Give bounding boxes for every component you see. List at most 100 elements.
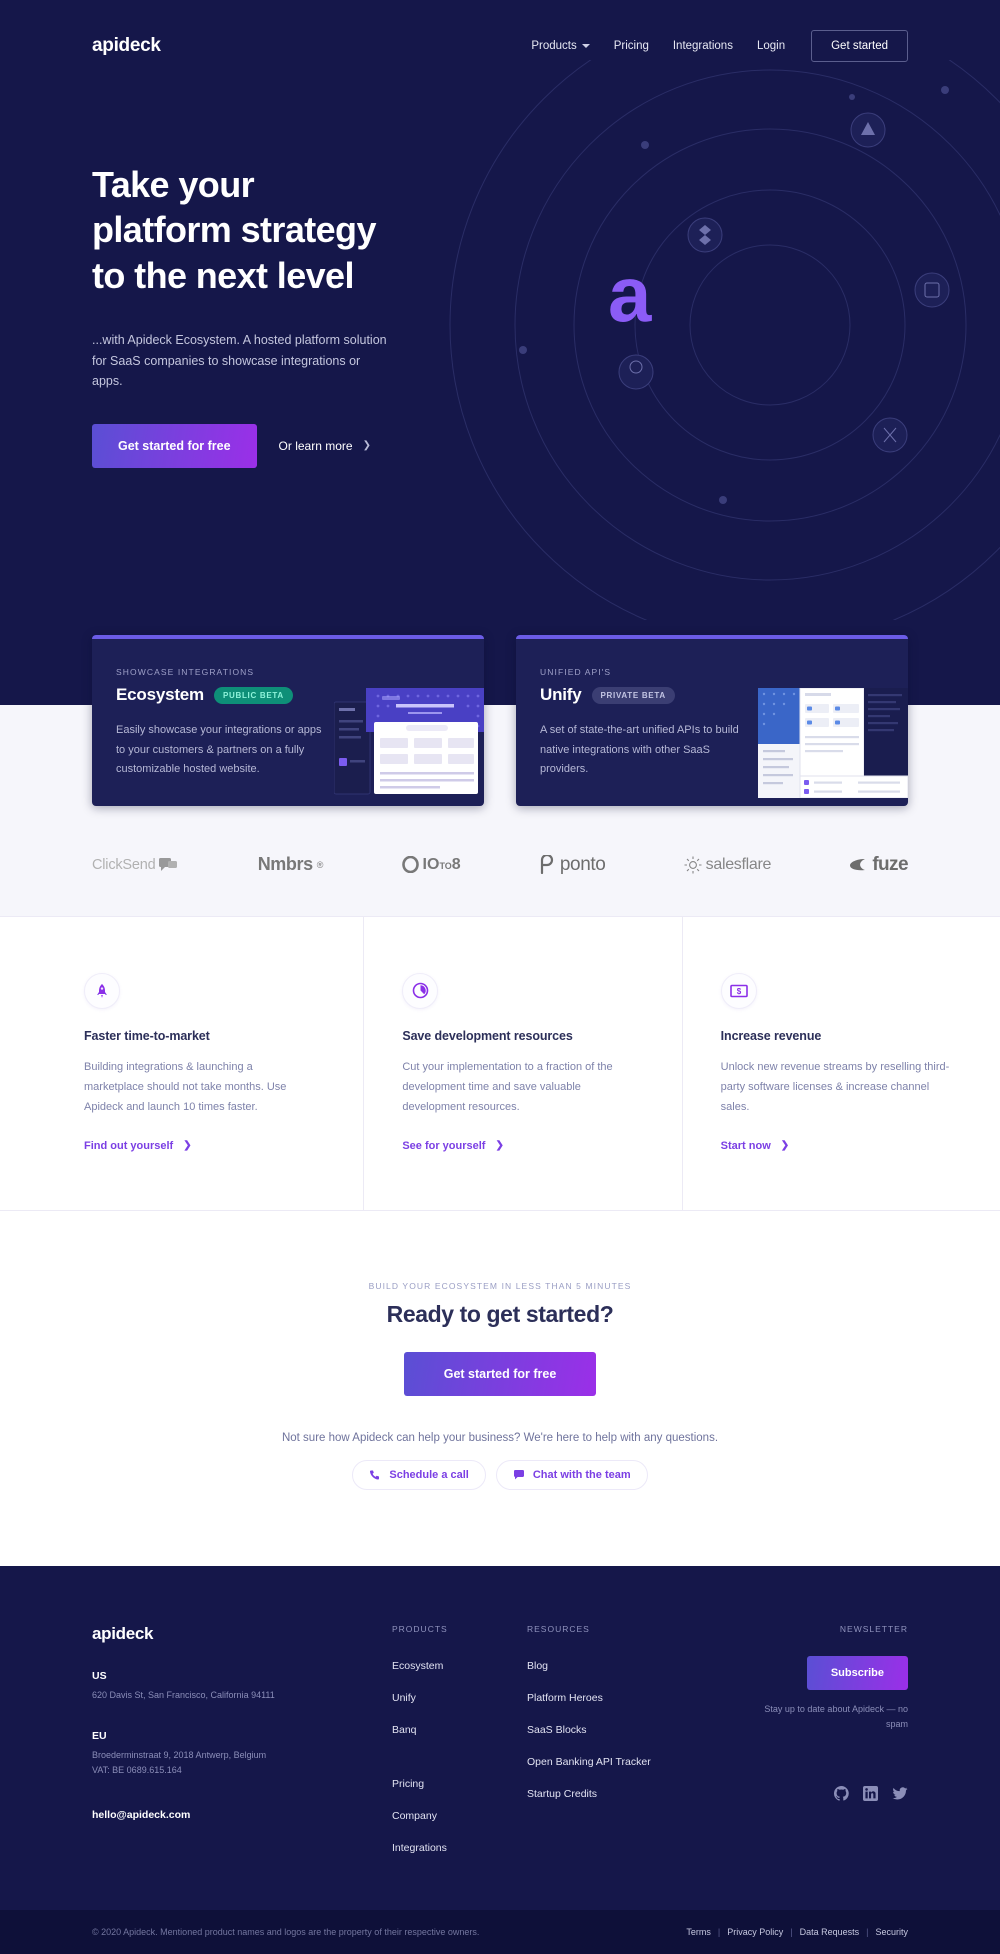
copyright-text: © 2020 Apideck. Mentioned product names … <box>92 1926 480 1937</box>
legal-separator: | <box>717 1926 721 1937</box>
twitter-link[interactable] <box>892 1786 908 1806</box>
legal-links: Terms | Privacy Policy | Data Requests |… <box>686 1927 908 1937</box>
ecosystem-screenshot <box>333 687 484 798</box>
list-item: Platform Heroes <box>527 1688 737 1706</box>
footer-link-company[interactable]: Company <box>392 1810 437 1822</box>
product-card-description: Easily showcase your integrations or app… <box>116 724 322 776</box>
logo-salesflare: salesflare <box>684 856 771 874</box>
footer-link-banq[interactable]: Banq <box>392 1724 417 1736</box>
product-cards-band: SHOWCASE INTEGRATIONS Ecosystem PUBLIC B… <box>0 635 1000 806</box>
product-cards: SHOWCASE INTEGRATIONS Ecosystem PUBLIC B… <box>92 635 908 806</box>
product-card-unify[interactable]: UNIFIED API'S Unify PRIVATE BETA A set o… <box>516 635 908 806</box>
footer-brand-column: apideck US 620 Davis St, San Francisco, … <box>92 1624 392 1870</box>
nav-links: Products Pricing Integrations Login Get … <box>519 30 908 62</box>
hero-section: a apideck Products Pricing Integrations … <box>0 0 1000 635</box>
footer-bottom-bar: © 2020 Apideck. Mentioned product names … <box>0 1909 1000 1954</box>
footer-link-blog[interactable]: Blog <box>527 1660 548 1672</box>
fuze-drop-icon <box>850 859 866 871</box>
chevron-right-icon: ❯ <box>780 1140 790 1152</box>
main-navigation: apideck Products Pricing Integrations Lo… <box>92 0 908 62</box>
footer-products-heading: PRODUCTS <box>392 1623 448 1634</box>
logo-clicksend: ClickSend <box>92 857 179 873</box>
feature-title: Increase revenue <box>720 1028 822 1043</box>
list-item: Blog <box>527 1656 737 1674</box>
hero-title-line-1: Take your <box>92 164 255 205</box>
cta-get-started-free-button[interactable]: Get started for free <box>403 1351 597 1396</box>
site-logo[interactable]: apideck <box>92 35 161 57</box>
cta-pill-group: Schedule a call Chat with the team <box>0 1459 1000 1490</box>
sunburst-icon <box>684 856 702 874</box>
legal-link-security[interactable]: Security <box>875 1927 908 1937</box>
phone-icon <box>370 1470 380 1480</box>
get-started-free-button[interactable]: Get started for free <box>92 423 257 468</box>
chevron-right-icon: ❯ <box>362 440 371 452</box>
footer-logo[interactable]: apideck <box>92 1624 392 1644</box>
footer-products-list: Ecosystem Unify Banq Pricing Company Int… <box>392 1656 527 1856</box>
list-spacer <box>392 1752 527 1760</box>
feature-link-see-for-yourself[interactable]: See for yourself ❯ <box>402 1140 504 1152</box>
feature-increase-revenue: $ Increase revenue Unlock new revenue st… <box>683 917 1000 1210</box>
feature-faster-time-to-market: Faster time-to-market Building integrati… <box>0 916 365 1210</box>
schedule-a-call-label: Schedule a call <box>389 1468 469 1481</box>
list-item: Integrations <box>392 1838 527 1856</box>
ring-icon <box>401 856 419 874</box>
chat-with-team-button[interactable]: Chat with the team <box>495 1459 648 1490</box>
chat-with-team-label: Chat with the team <box>532 1468 631 1481</box>
nav-item-login[interactable]: Login <box>745 34 797 58</box>
feature-title: Faster time-to-market <box>84 1028 210 1043</box>
footer-link-ecosystem[interactable]: Ecosystem <box>392 1660 443 1672</box>
footer-link-pricing[interactable]: Pricing <box>392 1778 424 1790</box>
get-started-button[interactable]: Get started <box>811 30 908 62</box>
footer-email-link[interactable]: hello@apideck.com <box>92 1809 392 1821</box>
list-item: Pricing <box>392 1774 527 1792</box>
feature-save-development-resources: Save development resources Cut your impl… <box>364 916 683 1210</box>
speech-bubbles-icon <box>159 858 178 872</box>
status-badge: PUBLIC BETA <box>213 686 293 704</box>
nav-item-products[interactable]: Products <box>519 34 601 58</box>
schedule-a-call-button[interactable]: Schedule a call <box>352 1459 486 1490</box>
footer-link-unify[interactable]: Unify <box>392 1692 416 1704</box>
legal-link-terms[interactable]: Terms <box>686 1927 711 1937</box>
logo-salesflare-label: salesflare <box>705 855 772 873</box>
github-link[interactable] <box>833 1786 849 1806</box>
footer-bottom-content: © 2020 Apideck. Mentioned product names … <box>92 1927 908 1937</box>
footer-link-platform-heroes[interactable]: Platform Heroes <box>527 1692 603 1704</box>
learn-more-label: Or learn more <box>278 438 353 453</box>
subscribe-button[interactable]: Subscribe <box>806 1655 908 1690</box>
learn-more-button[interactable]: Or learn more ❯ <box>265 424 385 468</box>
nav-item-pricing[interactable]: Pricing <box>602 34 661 58</box>
footer-link-integrations[interactable]: Integrations <box>392 1842 447 1854</box>
legal-link-privacy-policy[interactable]: Privacy Policy <box>727 1927 783 1937</box>
list-item: Startup Credits <box>527 1784 737 1802</box>
feature-link-find-out-yourself[interactable]: Find out yourself ❯ <box>84 1140 192 1152</box>
legal-separator: | <box>790 1926 793 1937</box>
unify-screenshot <box>758 687 908 799</box>
svg-text:$: $ <box>736 987 741 996</box>
logo-10to8-label: IOTO8 <box>422 855 461 873</box>
product-card-title: Ecosystem <box>116 685 204 704</box>
hero-content: Take your platform strategy to the next … <box>92 62 908 468</box>
product-card-title: Unify <box>540 685 582 704</box>
footer-link-open-banking-api-tracker[interactable]: Open Banking API Tracker <box>527 1756 651 1768</box>
footer-resources-list: Blog Platform Heroes SaaS Blocks Open Ba… <box>527 1656 737 1802</box>
hero-subtitle: ...with Apideck Ecosystem. A hosted plat… <box>92 333 387 389</box>
hero-cta-group: Get started for free Or learn more ❯ <box>92 423 908 468</box>
customer-logos-section: ClickSend Nmbrs ® IOTO8 ponto salesflare… <box>0 805 1000 916</box>
feature-link-start-now[interactable]: Start now ❯ <box>721 1140 790 1152</box>
list-item: SaaS Blocks <box>527 1720 737 1738</box>
footer-columns: apideck US 620 Davis St, San Francisco, … <box>92 1624 908 1870</box>
linkedin-link[interactable] <box>863 1786 878 1806</box>
footer-link-saas-blocks[interactable]: SaaS Blocks <box>527 1724 587 1736</box>
logo-ponto: ponto <box>539 854 606 876</box>
chevron-right-icon: ❯ <box>495 1140 504 1152</box>
p-mark-icon <box>540 855 553 875</box>
nav-item-integrations[interactable]: Integrations <box>661 34 745 58</box>
feature-link-label: Start now <box>720 1139 771 1152</box>
rocket-icon <box>84 972 120 1009</box>
legal-link-data-requests[interactable]: Data Requests <box>800 1927 860 1937</box>
features-section: Faster time-to-market Building integrati… <box>0 915 1000 1211</box>
footer-link-startup-credits[interactable]: Startup Credits <box>527 1788 597 1800</box>
github-icon <box>833 1786 849 1802</box>
product-card-ecosystem[interactable]: SHOWCASE INTEGRATIONS Ecosystem PUBLIC B… <box>92 635 484 806</box>
logo-nmbrs: Nmbrs ® <box>258 854 324 875</box>
